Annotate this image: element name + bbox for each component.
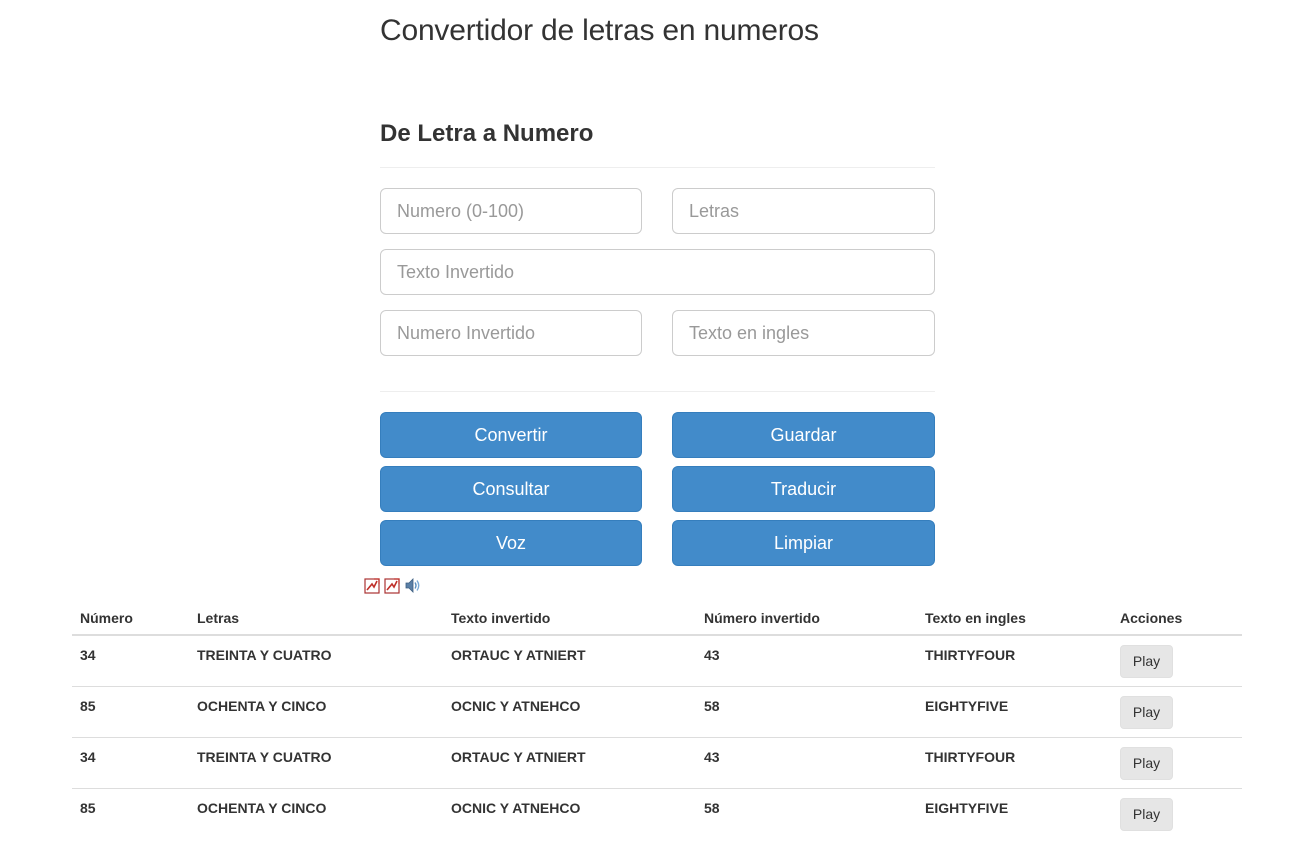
pdf-export-icon[interactable] [384,577,401,594]
speaker-icon[interactable] [404,577,421,594]
traducir-button[interactable]: Traducir [672,466,935,512]
cell-texto-invertido: OCNIC Y ATNEHCO [443,787,696,839]
cell-acciones: Play [1112,787,1242,839]
cell-numero-invertido: 58 [696,787,917,839]
play-button[interactable]: Play [1120,695,1173,729]
cell-texto-ingles: THIRTYFOUR [925,647,1016,663]
table-header-row: Número Letras Texto invertido Número inv… [72,598,1242,636]
pdf-export-icon[interactable] [364,577,381,594]
divider [380,167,935,168]
cell-letras: TREINTA Y CUATRO [189,736,443,788]
cell-numero-invertido: 43 [704,647,720,663]
results-table: Número Letras Texto invertido Número inv… [72,598,1242,839]
letras-input[interactable] [672,188,935,234]
limpiar-button[interactable]: Limpiar [672,520,935,566]
cell-numero: 85 [72,685,189,737]
cell-texto-invertido: ORTAUC Y ATNIERT [443,736,696,788]
header-acciones: Acciones [1112,598,1242,636]
cell-numero: 34 [80,647,96,663]
play-button[interactable]: Play [1120,645,1173,678]
table-row: 34 TREINTA Y CUATRO ORTAUC Y ATNIERT 43 … [72,736,1242,788]
numero-input[interactable] [380,188,642,234]
cell-acciones: Play [1112,685,1242,737]
cell-acciones: Play [1112,736,1242,788]
header-numero: Número [72,598,189,636]
header-numero-invertido: Número invertido [696,598,917,636]
cell-numero-invertido: 58 [696,685,917,737]
page: Convertidor de letras en numeros De Letr… [0,0,1314,858]
cell-texto-ingles: THIRTYFOUR [917,736,1112,788]
cell-letras: TREINTA Y CUATRO [197,647,332,663]
cell-texto-invertido: OCNIC Y ATNEHCO [443,685,696,737]
section-title: De Letra a Numero [380,120,594,147]
cell-letras: OCHENTA Y CINCO [189,685,443,737]
divider [380,391,935,392]
voz-button[interactable]: Voz [380,520,642,566]
texto-ingles-input[interactable] [672,310,935,356]
cell-numero: 34 [72,736,189,788]
cell-numero-invertido: 43 [696,736,917,788]
header-letras: Letras [189,598,443,636]
consultar-button[interactable]: Consultar [380,466,642,512]
page-title: Convertidor de letras en numeros [380,14,819,47]
play-button[interactable]: Play [1120,797,1173,831]
convertir-button[interactable]: Convertir [380,412,642,458]
table-row: 34 TREINTA Y CUATRO ORTAUC Y ATNIERT 43 … [72,635,1242,686]
cell-acciones: Play [1112,635,1242,686]
cell-texto-invertido: ORTAUC Y ATNIERT [451,647,586,663]
cell-letras: OCHENTA Y CINCO [189,787,443,839]
header-texto-ingles: Texto en ingles [917,598,1112,636]
cell-numero: 85 [72,787,189,839]
cell-texto-ingles: EIGHTYFIVE [917,685,1112,737]
texto-invertido-input[interactable] [380,249,935,295]
export-toolbar [364,577,421,594]
guardar-button[interactable]: Guardar [672,412,935,458]
play-button[interactable]: Play [1120,746,1173,780]
header-texto-invertido: Texto invertido [443,598,696,636]
table-row: 85 OCHENTA Y CINCO OCNIC Y ATNEHCO 58 EI… [72,685,1242,737]
table-row: 85 OCHENTA Y CINCO OCNIC Y ATNEHCO 58 EI… [72,787,1242,839]
cell-texto-ingles: EIGHTYFIVE [917,787,1112,839]
numero-invertido-input[interactable] [380,310,642,356]
